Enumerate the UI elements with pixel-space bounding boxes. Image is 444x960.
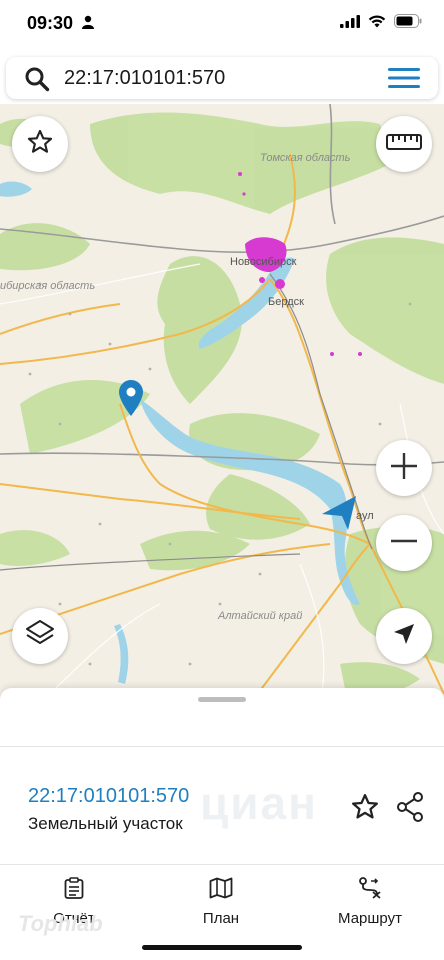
layers-button[interactable] <box>12 608 68 664</box>
map-label-novosibirsk-region: ибирская область <box>0 280 96 292</box>
favorite-star-button[interactable] <box>12 116 68 172</box>
cadastral-number-link[interactable]: 22:17:010101:570 <box>28 785 189 808</box>
brand-watermark: Tophlab <box>18 911 103 936</box>
locate-me-button[interactable] <box>376 608 432 664</box>
signal-icon <box>340 14 360 33</box>
favorite-icon[interactable] <box>350 792 380 827</box>
location-pin-icon[interactable] <box>119 380 143 421</box>
search-input[interactable] <box>64 57 364 99</box>
ruler-icon <box>386 133 422 156</box>
map-label-tomsk-region: Томская область <box>260 152 351 164</box>
menu-icon[interactable] <box>388 67 420 94</box>
map-label-novosibirsk: Новосибирск <box>230 256 297 268</box>
route-icon <box>358 877 382 903</box>
map-label-barnaul: аул <box>356 510 374 522</box>
ruler-button[interactable] <box>376 116 432 172</box>
status-icons <box>340 14 422 33</box>
zoom-in-icon <box>389 451 419 486</box>
zoom-out-icon <box>389 526 419 561</box>
zoom-out-button[interactable] <box>376 515 432 571</box>
status-time: 09:30 <box>27 13 74 33</box>
sheet-drag-handle[interactable] <box>198 697 246 702</box>
nav-label-plan: План <box>202 910 240 927</box>
map-view[interactable]: Томская область ибирская область Алтайск… <box>0 104 444 704</box>
object-type-label: Земельный участок <box>28 814 183 833</box>
nav-item-route[interactable]: Маршрут <box>310 877 430 927</box>
plan-map-icon <box>209 877 233 903</box>
status-bar: 09:30 <box>0 0 444 48</box>
favorite-star-icon <box>26 128 54 161</box>
current-position-arrow-icon <box>322 496 356 535</box>
nav-item-plan[interactable]: План <box>161 877 281 927</box>
wifi-icon <box>368 15 386 33</box>
battery-icon <box>394 14 422 33</box>
locate-arrow-icon <box>393 623 415 650</box>
search-bar <box>6 57 438 99</box>
nav-label-route: Маршрут <box>338 910 402 927</box>
sheet-divider <box>0 746 444 747</box>
watermark-logo: циан <box>200 777 318 829</box>
person-icon <box>82 15 94 34</box>
map-label-berdsk: Бердск <box>268 296 304 308</box>
zoom-in-button[interactable] <box>376 440 432 496</box>
home-indicator[interactable] <box>142 945 302 950</box>
bottom-nav: Отчёт План Маршрут Tophlab <box>0 864 444 960</box>
map-label-altai-krai: Алтайский край <box>218 610 303 622</box>
search-icon[interactable] <box>24 66 50 97</box>
share-icon[interactable] <box>396 792 424 827</box>
layers-icon <box>24 618 56 655</box>
report-icon <box>64 877 84 903</box>
